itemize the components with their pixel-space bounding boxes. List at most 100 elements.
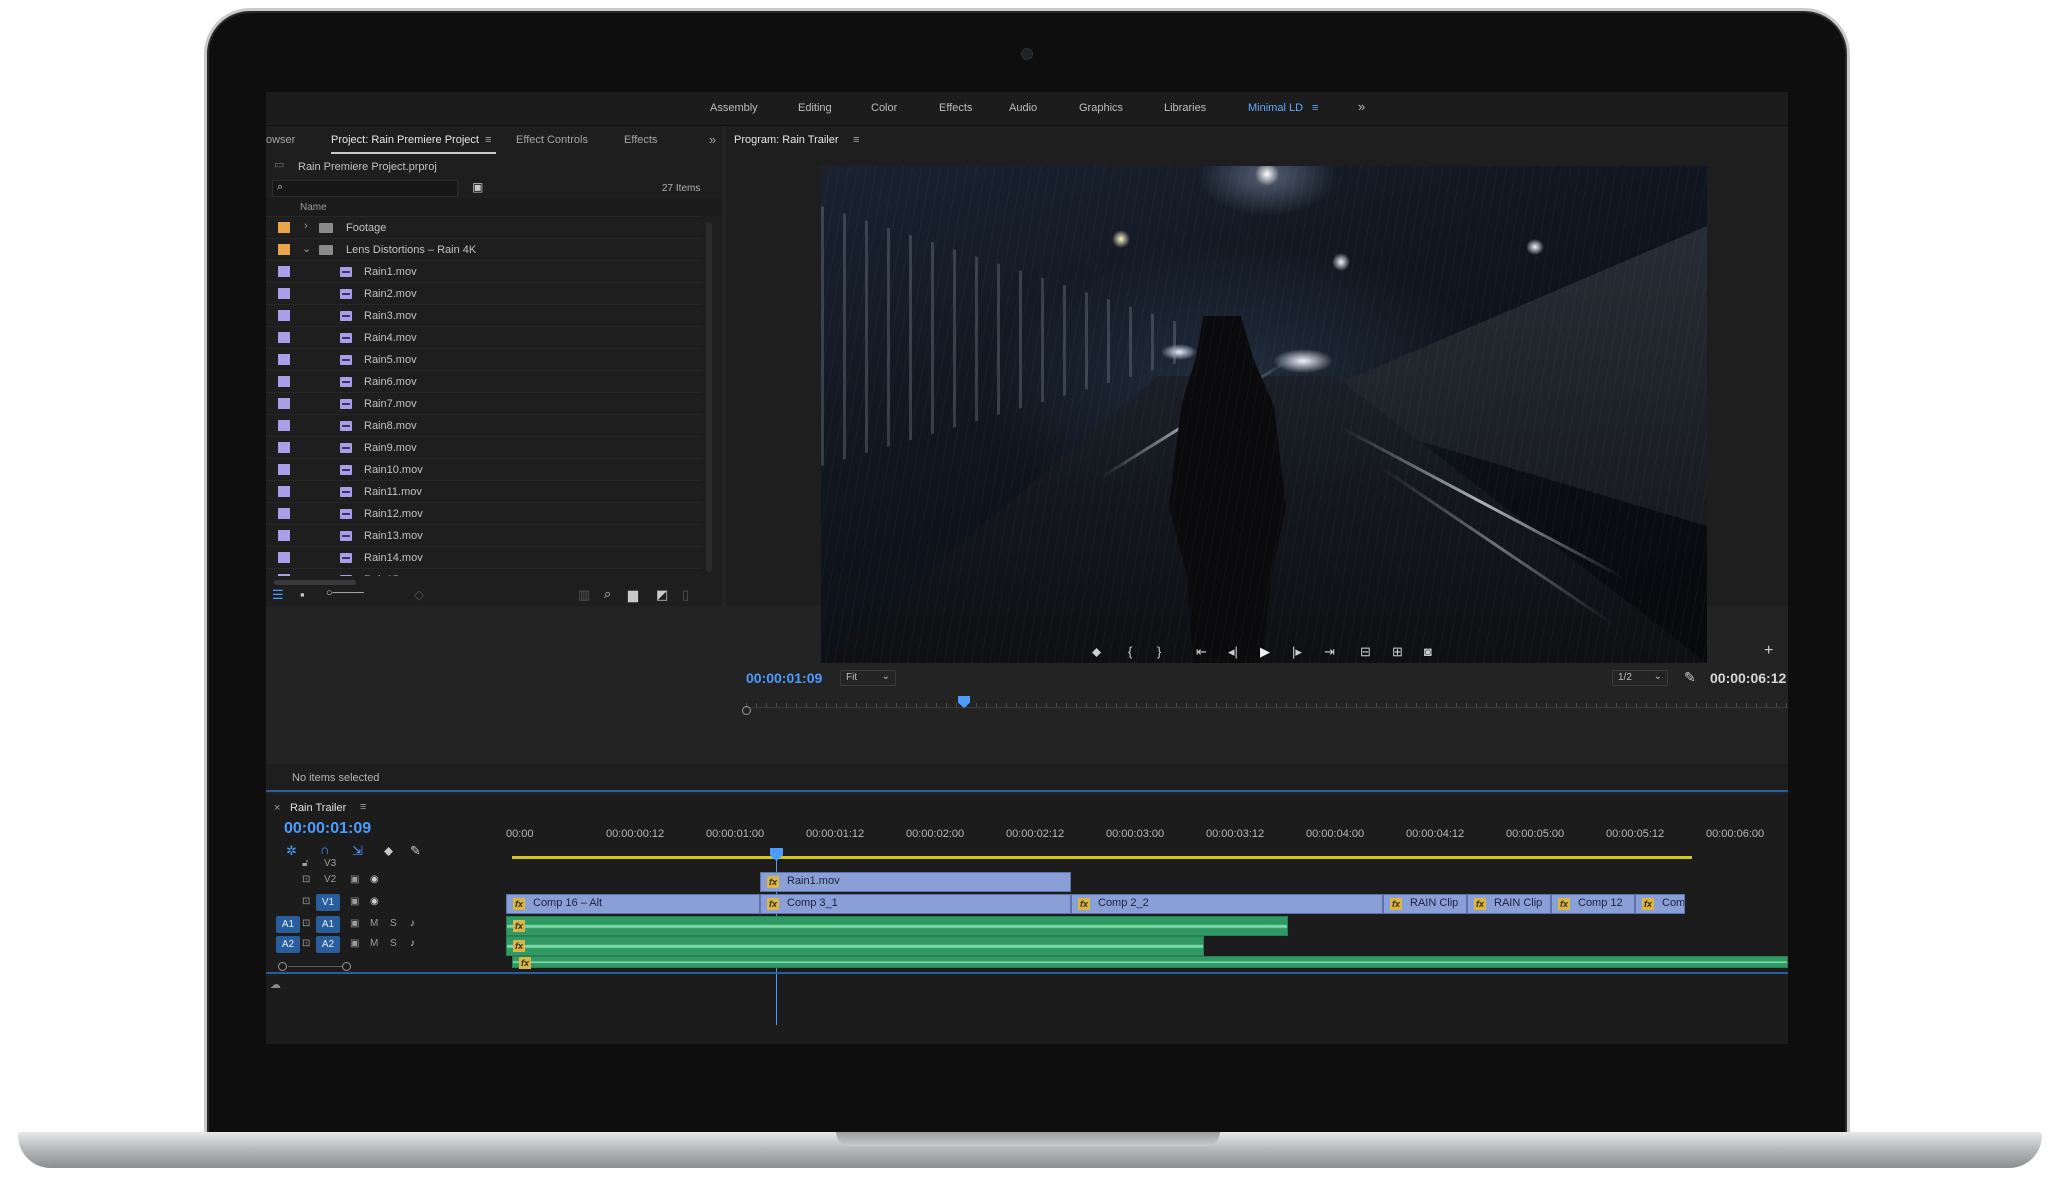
new-item-icon[interactable]: ◩ <box>656 588 668 601</box>
extract-icon[interactable]: ⊞ <box>1392 644 1403 660</box>
sync-lock-icon[interactable]: ▣ <box>350 938 359 949</box>
clip-rain-clip-1[interactable]: fx RAIN Clip <box>1383 894 1467 914</box>
lock-icon[interactable]: ⊡ <box>302 918 310 929</box>
track-target-a2[interactable]: A2 <box>316 936 340 953</box>
new-bin-icon[interactable]: ▆ <box>628 588 638 601</box>
source-patch-a1[interactable]: A1 <box>276 916 300 933</box>
source-patch-a2[interactable]: A2 <box>276 936 300 953</box>
workspace-audio[interactable]: Audio <box>1009 102 1037 114</box>
lock-icon[interactable]: ⊡ <box>302 896 310 907</box>
list-item[interactable]: Rain8.mov <box>266 414 702 436</box>
find-icon[interactable]: ⌕ <box>604 587 611 600</box>
lock-icon[interactable]: 🔓︎ <box>302 858 308 869</box>
program-current-timecode[interactable]: 00:00:01:09 <box>746 670 822 686</box>
project-list-scrollbar[interactable] <box>706 222 712 572</box>
mark-out-icon[interactable]: } <box>1157 644 1161 659</box>
workspace-menu-icon[interactable]: ≡ <box>1312 102 1318 114</box>
list-item[interactable]: Rain7.mov <box>266 392 702 414</box>
chevron-right-icon[interactable]: › <box>304 220 308 232</box>
tab-effect-controls[interactable]: Effect Controls <box>516 134 588 146</box>
list-item[interactable]: Rain9.mov <box>266 436 702 458</box>
sync-lock-icon[interactable]: ▣ <box>350 874 359 885</box>
lock-icon[interactable]: ⊡ <box>302 938 310 949</box>
mute-button[interactable]: M <box>370 918 378 929</box>
timeline-timecode[interactable]: 00:00:01:09 <box>284 820 371 838</box>
play-icon[interactable]: ▶ <box>1260 644 1270 660</box>
column-name-label[interactable]: Name <box>300 202 327 213</box>
zoom-start-handle[interactable] <box>278 962 287 971</box>
panel-overflow-icon[interactable]: » <box>709 132 716 147</box>
list-item[interactable]: Rain4.mov <box>266 326 702 348</box>
export-frame-icon[interactable]: ◙ <box>1424 644 1432 659</box>
sort-icon[interactable]: ◇ <box>414 588 424 601</box>
nest-icon[interactable]: ✲ <box>286 844 297 857</box>
lock-icon[interactable]: ⊡ <box>302 874 310 885</box>
wrench-icon[interactable]: ✎ <box>1684 670 1696 684</box>
workspace-overflow-icon[interactable]: » <box>1358 99 1365 114</box>
timeline-zoom-scroll[interactable] <box>278 962 354 972</box>
horizontal-scrollbar[interactable] <box>274 580 356 585</box>
mute-button[interactable]: M <box>370 938 378 949</box>
zoom-end-handle[interactable] <box>342 962 351 971</box>
solo-button[interactable]: S <box>390 918 397 929</box>
go-to-in-icon[interactable]: ⇤ <box>1196 644 1207 660</box>
work-area-bar[interactable] <box>512 856 1692 859</box>
lift-icon[interactable]: ⊟ <box>1360 644 1371 660</box>
list-item[interactable]: Rain2.mov <box>266 282 702 304</box>
tab-project[interactable]: Project: Rain Premiere Project <box>331 134 479 146</box>
microphone-icon[interactable]: ♪ <box>410 938 415 949</box>
list-item[interactable]: Rain12.mov <box>266 502 702 524</box>
workspace-color[interactable]: Color <box>871 102 897 114</box>
tab-effects[interactable]: Effects <box>624 134 657 146</box>
monitor-menu-icon[interactable]: ≡ <box>853 134 859 146</box>
program-monitor-title[interactable]: Program: Rain Trailer <box>734 134 839 146</box>
workspace-editing[interactable]: Editing <box>798 102 832 114</box>
solo-button[interactable]: S <box>390 938 397 949</box>
clip-comp12[interactable]: fx Comp 12 <box>1551 894 1635 914</box>
clip-comp16-alt[interactable]: fx Comp 16 – Alt <box>506 894 760 914</box>
close-sequence-icon[interactable]: × <box>274 802 280 814</box>
workspace-effects[interactable]: Effects <box>939 102 972 114</box>
tab-menu-icon[interactable]: ≡ <box>485 134 491 146</box>
workspace-minimal-ld[interactable]: Minimal LD <box>1248 102 1303 114</box>
linked-selection-icon[interactable]: ⇲ <box>352 844 363 857</box>
zoom-slider-icon[interactable]: ○──── <box>326 588 364 599</box>
list-view-icon[interactable]: ☰ <box>272 588 284 601</box>
chevron-down-icon[interactable]: ⌄ <box>302 242 311 255</box>
list-item[interactable]: Rain10.mov <box>266 458 702 480</box>
list-item[interactable]: Rain13.mov <box>266 524 702 546</box>
project-search-input[interactable]: ⌕ <box>272 180 458 197</box>
clip-comp2-2[interactable]: fx Comp 2_2 <box>1071 894 1383 914</box>
list-item-folder-footage[interactable]: › Footage <box>266 216 702 238</box>
audio-clip-a2[interactable]: fx <box>506 936 1204 956</box>
step-forward-icon[interactable]: |▸ <box>1292 644 1302 660</box>
clip-rain1-v2[interactable]: fx Rain1.mov <box>760 872 1071 892</box>
new-search-bin-icon[interactable]: ▣ <box>472 181 483 193</box>
step-back-icon[interactable]: ◂| <box>1228 644 1238 660</box>
timeline-ruler[interactable]: 00:00 00:00:00:12 00:00:01:00 00:00:01:12 00… <box>506 828 1788 856</box>
monitor-time-ruler[interactable] <box>746 698 1788 708</box>
button-editor-icon[interactable]: + <box>1764 642 1773 660</box>
automate-icon[interactable]: ▥ <box>578 588 590 601</box>
track-target-v1[interactable]: V1 <box>316 894 340 911</box>
scroll-start-handle[interactable] <box>742 706 751 715</box>
snap-icon[interactable]: ∩ <box>320 843 329 856</box>
resolution-dropdown[interactable]: 1/2 ⌄ <box>1612 670 1668 686</box>
go-to-out-icon[interactable]: ⇥ <box>1324 644 1335 660</box>
list-item[interactable]: Rain3.mov <box>266 304 702 326</box>
sync-lock-icon[interactable]: ▣ <box>350 918 359 929</box>
fit-dropdown[interactable]: Fit ⌄ <box>840 670 896 686</box>
eye-icon[interactable]: ◉ <box>370 874 379 885</box>
tab-media-browser[interactable]: owser <box>266 134 295 146</box>
icon-view-icon[interactable]: ▪ <box>300 588 305 601</box>
audio-clip-a3[interactable]: fx <box>512 956 1788 969</box>
list-item[interactable]: Rain11.mov <box>266 480 702 502</box>
audio-clip-a1[interactable]: fx <box>506 916 1288 936</box>
add-marker-icon[interactable]: ⬥ <box>1092 644 1101 660</box>
clip-comp3-1[interactable]: fx Comp 3_1 <box>760 894 1071 914</box>
workspace-assembly[interactable]: Assembly <box>710 102 758 114</box>
status-cloud-icon[interactable]: ☁ <box>270 980 281 991</box>
sequence-menu-icon[interactable]: ≡ <box>360 801 366 813</box>
workspace-libraries[interactable]: Libraries <box>1164 102 1206 114</box>
list-item[interactable]: Rain15.mov <box>266 568 702 576</box>
